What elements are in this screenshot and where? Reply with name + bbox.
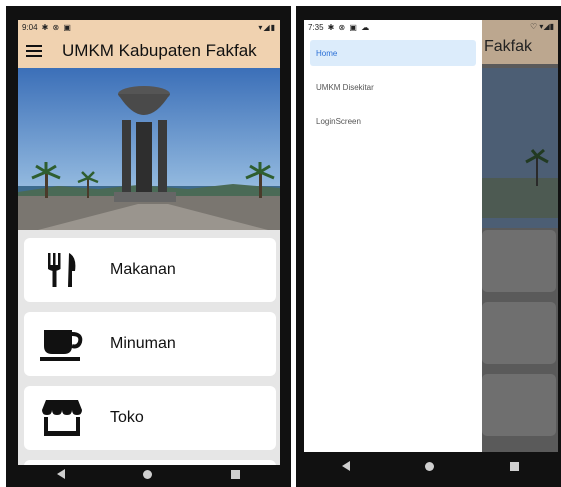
status-icons: ✱ ⊗ ▣ ☁ <box>327 22 371 32</box>
recents-icon[interactable] <box>230 469 240 479</box>
home-icon[interactable] <box>425 461 435 471</box>
back-icon[interactable] <box>341 461 350 471</box>
card-behind <box>482 374 556 436</box>
app-title: UMKM Kabupaten Fakfak <box>62 41 257 60</box>
phone-left: 9:04 ✱ ⊗ ▣ ▾◢▮ UMKM Kabupaten Fakfak Mak… <box>6 6 291 487</box>
drawer-item-home[interactable]: Home <box>310 40 476 66</box>
app-title-partial: Fakfak <box>484 38 533 55</box>
utensils-icon <box>38 250 86 290</box>
category-card-minuman[interactable]: Minuman <box>24 312 276 376</box>
status-time: 7:35 <box>308 22 324 32</box>
navigation-drawer: 7:35 ✱ ⊗ ▣ ☁ Home UMKM Disekitar LoginSc… <box>304 20 482 452</box>
hero-monument-image <box>18 68 280 230</box>
hamburger-menu-icon[interactable] <box>26 45 42 57</box>
drawer-item-umkm-disekitar[interactable]: UMKM Disekitar <box>310 74 476 100</box>
category-card-makanan[interactable]: Makanan <box>24 238 276 302</box>
home-icon[interactable] <box>143 469 153 479</box>
left-screen: 9:04 ✱ ⊗ ▣ ▾◢▮ UMKM Kabupaten Fakfak Mak… <box>18 20 280 465</box>
card-behind <box>482 302 556 364</box>
status-bar: 9:04 ✱ ⊗ ▣ ▾◢▮ <box>18 20 280 34</box>
status-bar: 7:35 ✱ ⊗ ▣ ☁ <box>304 20 482 34</box>
nav-bar <box>18 461 279 487</box>
card-behind <box>482 230 556 292</box>
right-screen: Fakfak 7:35 ✱ ⊗ ▣ ☁ Home UMKM Disekitar … <box>304 20 558 452</box>
signal-battery-icons: ▾◢▮ <box>258 22 276 32</box>
phone-right: Fakfak 7:35 ✱ ⊗ ▣ ☁ Home UMKM Disekitar … <box>296 6 561 487</box>
drawer-item-loginscreen[interactable]: LoginScreen <box>310 108 476 134</box>
category-label: Minuman <box>110 335 176 352</box>
app-bar: UMKM Kabupaten Fakfak <box>18 34 280 68</box>
recents-icon[interactable] <box>510 461 520 471</box>
category-label: Makanan <box>110 261 176 278</box>
store-icon <box>38 398 86 438</box>
category-label: Toko <box>110 409 144 426</box>
category-card-toko[interactable]: Toko <box>24 386 276 450</box>
back-icon[interactable] <box>57 469 66 479</box>
status-time: 9:04 <box>22 22 38 32</box>
drawer-scrim[interactable] <box>482 64 558 452</box>
signal-battery-icons: ♡ ▾◢▮ <box>530 22 554 31</box>
coffee-cup-icon <box>38 324 86 364</box>
nav-bar <box>304 453 557 479</box>
status-icons: ✱ ⊗ ▣ <box>41 22 72 32</box>
